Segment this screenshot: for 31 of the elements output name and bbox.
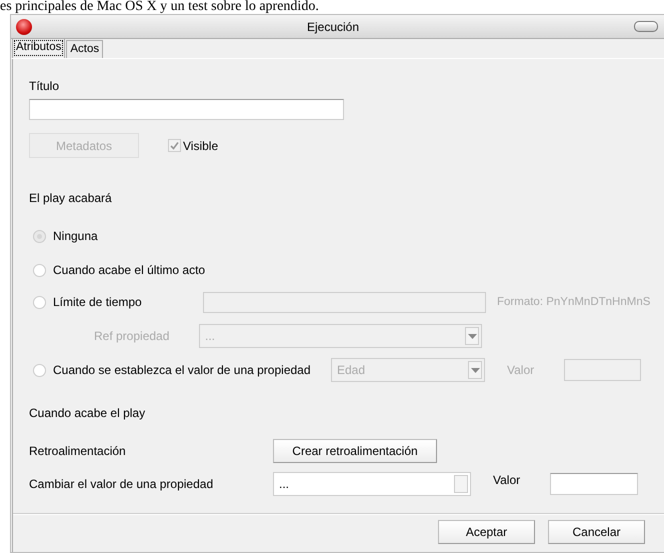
- radio-button[interactable]: [33, 364, 46, 376]
- radio-button[interactable]: [33, 230, 46, 242]
- change-property-label: Cambiar el valor de una propiedad: [29, 476, 214, 492]
- dialog-button[interactable]: Aceptar: [438, 520, 535, 544]
- property-combo-field[interactable]: ...: [273, 472, 471, 496]
- close-icon[interactable]: [16, 18, 32, 34]
- tab[interactable]: Actos: [66, 40, 104, 58]
- checkbox-label: Visible: [183, 138, 218, 154]
- feedback-label: Retroalimentación: [29, 443, 127, 459]
- format-hint: Formato: PnYnMnDTnHnMnS: [497, 295, 650, 310]
- radio-label: Ninguna: [53, 228, 98, 244]
- ref-property-label: Ref propiedad: [94, 328, 170, 344]
- tab[interactable]: Atributos: [12, 38, 66, 58]
- toolbar-toggle-icon[interactable]: [634, 21, 658, 32]
- section-heading: Cuando acabe el play: [29, 405, 146, 421]
- background-page-text: es principales de Mac OS X y un test sobre lo aprendido.: [0, 0, 319, 14]
- field-label: Título: [29, 78, 60, 94]
- window-title: Ejecución: [306, 20, 360, 34]
- radio-label: Límite de tiempo: [53, 294, 143, 310]
- radio-button[interactable]: [33, 264, 46, 276]
- radio-button[interactable]: [33, 296, 46, 308]
- create-feedback-button[interactable]: Crear retroalimentación: [273, 439, 437, 463]
- value-field[interactable]: [550, 473, 638, 495]
- dialog-button[interactable]: Cancelar: [548, 520, 645, 544]
- combo-button-icon[interactable]: [454, 475, 468, 493]
- title-field[interactable]: [29, 99, 344, 120]
- value-label: Valor: [507, 362, 536, 378]
- radio-label: Cuando acabe el último acto: [53, 262, 206, 278]
- section-heading: El play acabará: [29, 190, 113, 206]
- radio-label: Cuando se establezca el valor de una propiedad: [53, 362, 312, 378]
- value-label: Valor: [493, 472, 522, 488]
